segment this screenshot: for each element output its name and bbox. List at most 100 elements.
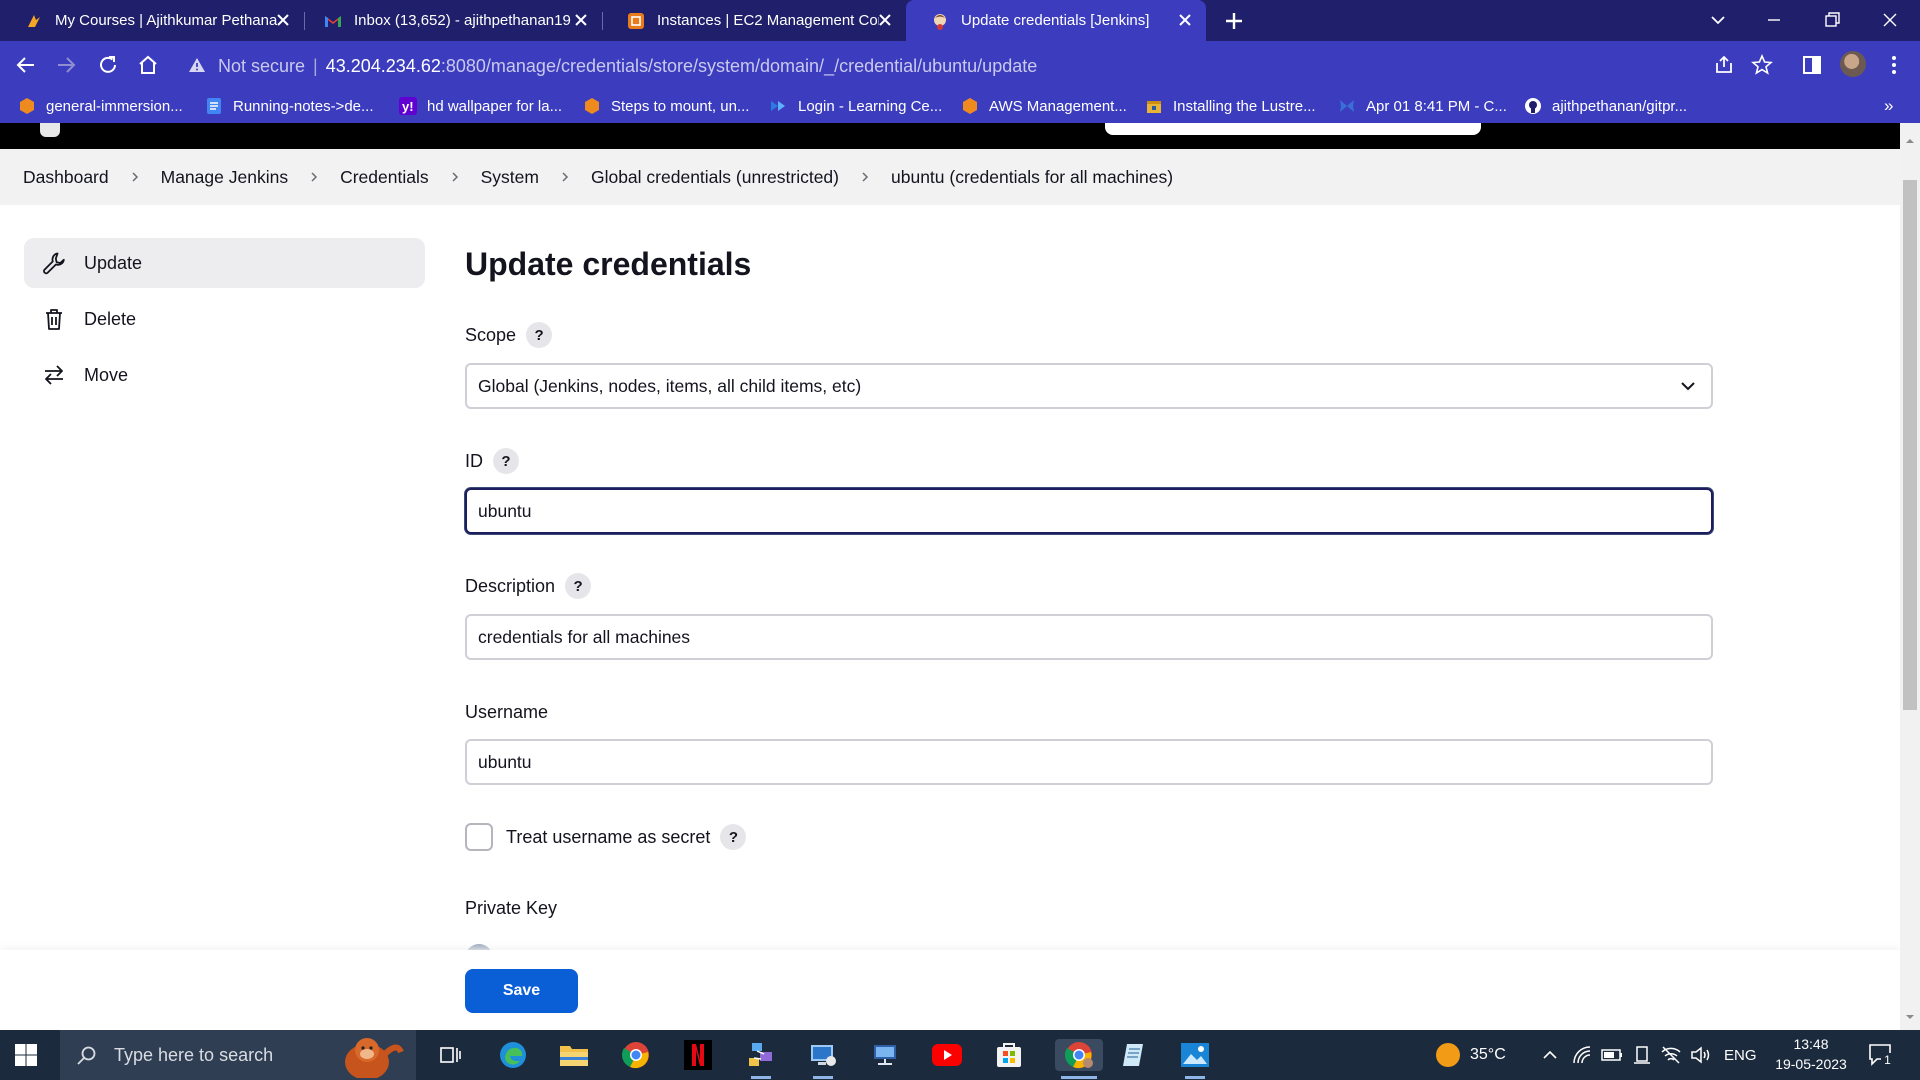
volume-icon[interactable] [1690,1045,1712,1065]
chrome-icon[interactable] [620,1039,652,1071]
id-help-button[interactable]: ? [493,448,519,474]
orangutan-illustration-icon [345,1038,404,1078]
bookmark-aws-management[interactable]: AWS Management... [961,95,1127,117]
breadcrumb-manage-jenkins[interactable]: Manage Jenkins [161,167,288,188]
close-tab-icon[interactable] [574,13,588,27]
home-icon[interactable] [136,53,160,77]
save-button[interactable]: Save [465,969,578,1013]
forward-arrow-icon[interactable] [54,53,78,77]
address-bar[interactable]: Not secure | 43.204.234.62:8080/manage/cre… [176,47,1776,83]
scope-help-button[interactable]: ? [526,322,553,348]
bookmark-steps-to-mount[interactable]: Steps to mount, un... [583,95,749,117]
sidebar-item-delete[interactable]: Delete [24,294,425,344]
more-bookmarks-button[interactable]: » [1884,95,1893,117]
warning-triangle-icon[interactable] [188,56,206,74]
scroll-up-arrow-icon[interactable] [1905,136,1915,146]
network-icon[interactable] [1572,1045,1592,1065]
sidebar-item-update[interactable]: Update [24,238,425,288]
task-view-icon[interactable] [434,1039,466,1071]
bookmark-general-immersion[interactable]: general-immersion... [18,95,183,117]
bookmark-github[interactable]: ajithpethanan/gitpr... [1524,95,1687,117]
wifi-off-icon[interactable] [1660,1045,1682,1065]
notepad-icon[interactable] [1117,1039,1149,1071]
photos-icon[interactable] [1179,1039,1211,1079]
bookmark-hd-wallpaper[interactable]: y! hd wallpaper for la... [399,95,562,117]
network-tool-icon[interactable] [745,1039,777,1079]
file-explorer-icon[interactable] [558,1039,590,1071]
battery-icon[interactable] [1601,1046,1623,1064]
bookmark-login-learning-center[interactable]: Login - Learning Ce... [770,95,942,117]
tab-gmail-inbox[interactable]: Inbox (13,652) - ajithpethanan19 [304,0,602,41]
tab-search-chevron-icon[interactable] [1706,8,1730,32]
close-tab-icon[interactable] [1178,13,1192,27]
sidebar-item-label: Update [84,252,143,273]
scope-select[interactable]: Global (Jenkins, nodes, items, all child… [465,363,1713,409]
share-icon[interactable] [1712,53,1736,77]
scroll-down-arrow-icon[interactable] [1905,1012,1915,1022]
treat-secret-help-button[interactable]: ? [720,824,747,850]
profile-avatar[interactable] [1840,51,1866,77]
bookmark-apr-01[interactable]: Apr 01 8:41 PM - C... [1338,95,1507,117]
windows-start-icon[interactable] [14,1043,38,1067]
taskbar-clock[interactable]: 13:48 19-05-2023 [1763,1034,1859,1074]
back-arrow-icon[interactable] [14,53,38,77]
edge-browser-icon[interactable] [497,1039,529,1071]
breadcrumb-credentials[interactable]: Credentials [340,167,429,188]
treat-secret-label[interactable]: Treat username as secret [506,827,710,848]
chrome-profile-icon[interactable] [1055,1039,1103,1079]
notifications-icon[interactable]: 1 [1868,1042,1894,1068]
tab-jenkins-update-credentials[interactable]: Update credentials [Jenkins] [906,0,1206,41]
close-tab-icon[interactable] [878,13,892,27]
id-input[interactable]: ubuntu [465,488,1713,534]
url-path: :8080/manage/credentials/store/system/do… [440,56,1038,76]
reload-icon[interactable] [96,53,120,77]
description-help-button[interactable]: ? [565,573,592,599]
breadcrumb-system[interactable]: System [481,167,539,188]
treat-username-secret-checkbox[interactable] [465,823,493,851]
new-tab-icon[interactable] [1223,10,1245,32]
minimize-icon[interactable] [1762,8,1786,32]
bookmark-star-icon[interactable] [1750,53,1774,77]
close-window-icon[interactable] [1878,8,1902,32]
browser-menu-icon[interactable] [1882,53,1906,77]
weather-temperature: 35°C [1470,1046,1506,1063]
weather-widget[interactable]: 35°C [1436,1030,1506,1080]
remote-desktop-icon[interactable] [807,1039,839,1079]
close-tab-icon[interactable] [276,13,290,27]
description-input[interactable]: credentials for all machines [465,614,1713,660]
chevron-up-icon[interactable] [1542,1047,1558,1063]
restore-icon[interactable] [1820,8,1844,32]
clock-time: 13:48 [1793,1036,1829,1052]
bookmark-label: Login - Learning Ce... [798,97,943,115]
jenkins-logo[interactable] [40,123,60,137]
scrollbar-thumb[interactable] [1903,180,1917,710]
sidebar-item-move[interactable]: Move [24,350,425,400]
youtube-icon[interactable] [931,1039,963,1071]
form-action-bar [0,950,1900,1030]
tab-title: My Courses | Ajithkumar Pethana [55,12,277,29]
device-icon[interactable] [1632,1045,1652,1065]
github-icon [1524,97,1542,115]
side-panel-icon[interactable] [1800,53,1824,77]
taskbar-search-box[interactable]: Type here to search [60,1030,416,1080]
breadcrumb-global-credentials[interactable]: Global credentials (unrestricted) [591,167,839,188]
bookmark-installing-lustre[interactable]: Installing the Lustre... [1145,95,1316,117]
netflix-icon[interactable] [682,1039,714,1071]
notification-count: 1 [1881,1053,1894,1067]
tab-my-courses[interactable]: My Courses | Ajithkumar Pethana [0,0,304,41]
url-text[interactable]: Not secure | 43.204.234.62:8080/manage/cre… [218,56,1037,77]
bookmark-label: general-immersion... [46,97,183,115]
bookmark-running-notes[interactable]: Running-notes->de... [205,95,374,117]
breadcrumb-dashboard[interactable]: Dashboard [23,167,109,188]
microsoft-store-icon[interactable] [993,1039,1025,1071]
aws-cube-icon [18,97,36,115]
username-input[interactable]: ubuntu [465,739,1713,785]
language-indicator[interactable]: ENG [1724,1030,1757,1080]
chevron-right-icon [311,172,318,182]
breadcrumb-ubuntu-credential[interactable]: ubuntu (credentials for all machines) [891,167,1173,188]
tab-ec2-instances[interactable]: Instances | EC2 Management Cor [602,0,906,41]
chevron-right-icon [452,172,458,182]
jenkins-search-box[interactable] [1105,123,1481,135]
bookmark-label: Running-notes->de... [233,97,374,115]
pc-connection-icon[interactable] [869,1039,901,1071]
